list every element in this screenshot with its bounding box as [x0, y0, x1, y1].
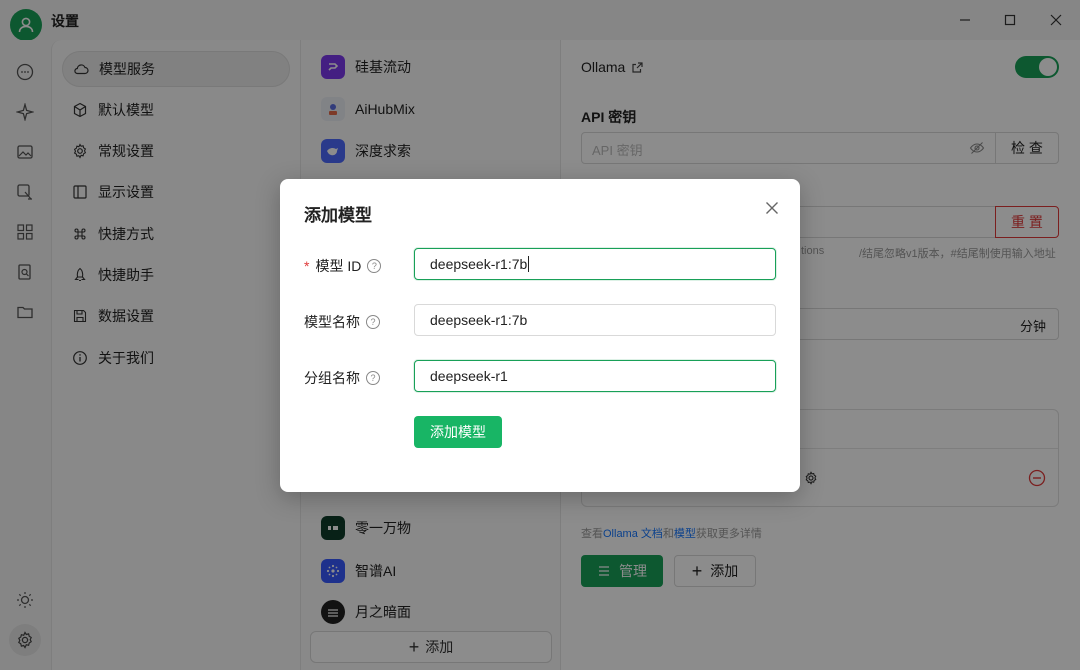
group-name-value: deepseek-r1	[430, 368, 508, 384]
help-icon[interactable]: ?	[366, 371, 380, 385]
model-id-label: * 模型 ID ?	[304, 256, 382, 276]
model-id-input[interactable]: deepseek-r1:7b	[414, 248, 776, 280]
dialog-close-button[interactable]	[762, 198, 782, 218]
add-model-dialog: 添加模型 * 模型 ID ? deepseek-r1:7b 模型名称 ? dee…	[280, 179, 800, 492]
text-caret	[528, 256, 530, 272]
group-name-label-text: 分组名称	[304, 370, 360, 386]
close-icon	[766, 202, 778, 214]
model-id-label-text: 模型 ID	[315, 258, 362, 274]
required-mark: *	[304, 258, 310, 274]
model-name-value: deepseek-r1:7b	[430, 312, 528, 328]
submit-add-model-button[interactable]: 添加模型	[414, 416, 502, 448]
model-id-value: deepseek-r1:7b	[430, 256, 528, 272]
model-name-input[interactable]: deepseek-r1:7b	[414, 304, 776, 336]
model-name-label-text: 模型名称	[304, 314, 360, 330]
group-name-input[interactable]: deepseek-r1	[414, 360, 776, 392]
help-icon[interactable]: ?	[367, 259, 382, 273]
help-icon[interactable]: ?	[366, 315, 380, 329]
model-name-label: 模型名称 ?	[304, 312, 380, 332]
group-name-label: 分组名称 ?	[304, 368, 380, 388]
dialog-title: 添加模型	[304, 206, 372, 225]
